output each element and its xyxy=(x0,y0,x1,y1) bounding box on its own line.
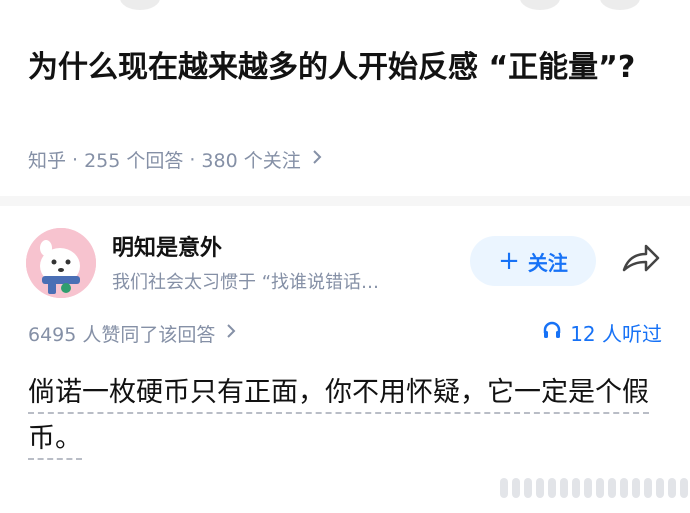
source-label: 知乎 xyxy=(28,150,67,172)
agree-count[interactable]: 6495 人赞同了该回答 xyxy=(28,320,237,347)
answer-content[interactable]: 倘诺一枚硬币只有正面，你不用怀疑，它一定是个假币。 xyxy=(28,370,662,462)
author-name[interactable]: 明知是意外 xyxy=(112,230,222,262)
partial-button xyxy=(600,0,640,10)
author-row: 明知是意外 我们社会太习惯于 “找谁说错话… + 关注 xyxy=(26,226,676,298)
author-bio: 我们社会太习惯于 “找谁说错话… xyxy=(112,272,380,293)
separator-dot: · xyxy=(72,148,79,171)
avatar[interactable] xyxy=(26,228,96,298)
top-partial-bar xyxy=(0,0,690,10)
chevron-right-icon xyxy=(311,149,323,170)
question-meta[interactable]: 知乎 · 255 个回答 · 380 个关注 xyxy=(28,146,323,173)
watermark xyxy=(500,478,688,498)
partial-button xyxy=(520,0,560,10)
follow-button-label: 关注 xyxy=(527,250,568,275)
section-divider xyxy=(0,196,690,206)
question-title[interactable]: 为什么现在越来越多的人开始反感 “正能量”? xyxy=(28,46,658,90)
follow-button[interactable]: + 关注 xyxy=(470,236,596,286)
partial-button xyxy=(120,0,160,10)
plus-icon: + xyxy=(498,246,520,276)
avatar-image xyxy=(26,228,96,298)
listen-count: 12 人听过 xyxy=(570,322,662,346)
answers-count: 255 个回答 xyxy=(84,150,184,172)
headphones-icon xyxy=(542,320,562,345)
chevron-right-icon xyxy=(225,323,237,344)
followers-count: 380 个关注 xyxy=(201,150,301,172)
answer-stats: 6495 人赞同了该回答 12 人听过 xyxy=(28,318,662,348)
answer-text: 倘诺一枚硬币只有正面，你不用怀疑，它一定是个假币。 xyxy=(28,377,649,460)
listen-button[interactable]: 12 人听过 xyxy=(542,318,662,347)
agree-count-label: 6495 人赞同了该回答 xyxy=(28,324,216,346)
separator-dot: · xyxy=(189,148,196,171)
share-icon[interactable] xyxy=(620,240,662,280)
